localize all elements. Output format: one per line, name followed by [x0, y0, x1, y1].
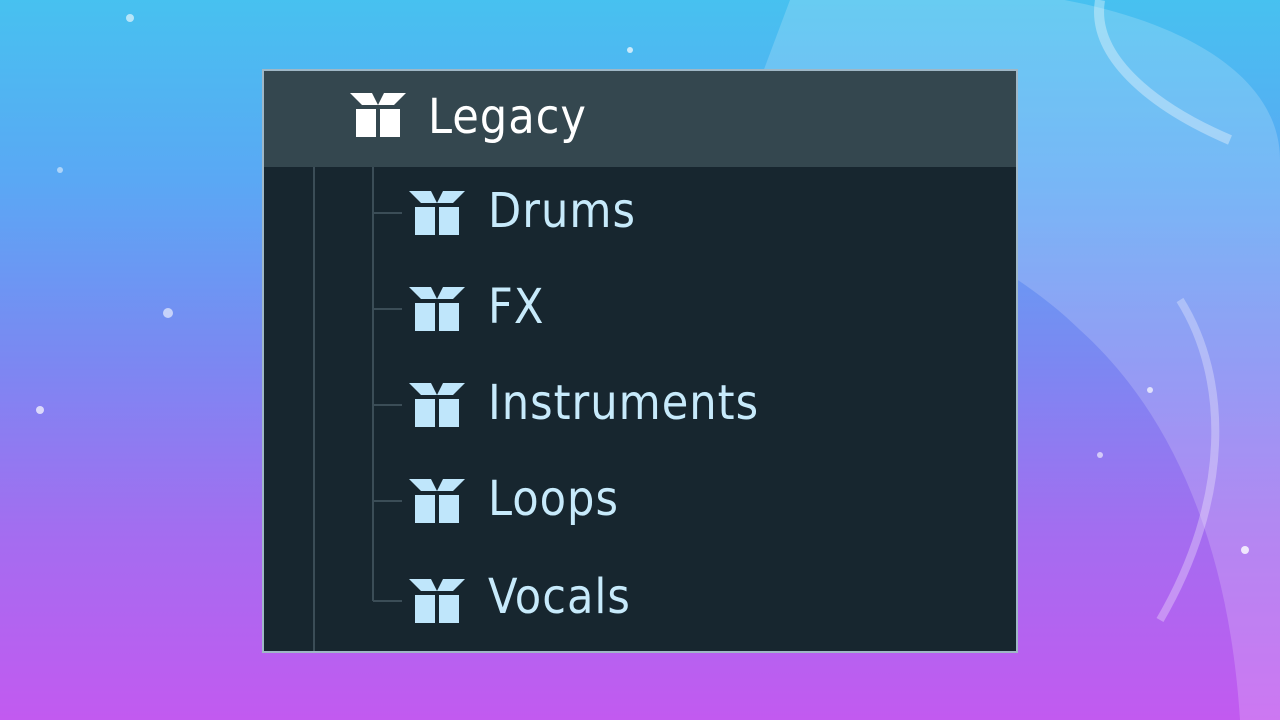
tree-item-label: FX — [488, 279, 545, 335]
tree-item-legacy[interactable]: Legacy — [264, 71, 1016, 167]
tree-item-label: Drums — [488, 183, 636, 239]
tree-item-label: Instruments — [488, 375, 760, 431]
package-icon — [409, 287, 465, 331]
package-icon — [409, 383, 465, 427]
tree-item-label: Vocals — [488, 569, 631, 625]
package-icon — [409, 191, 465, 235]
package-icon — [409, 579, 465, 623]
tree-item-fx[interactable]: FX — [264, 263, 1016, 359]
package-icon — [350, 93, 406, 137]
tree-item-loops[interactable]: Loops — [264, 455, 1016, 551]
browser-tree-panel: Legacy Drums FX Instruments Loops Vocals — [262, 69, 1018, 653]
tree-item-instruments[interactable]: Instruments — [264, 359, 1016, 455]
tree-item-label: Legacy — [428, 89, 587, 145]
tree-item-vocals[interactable]: Vocals — [264, 553, 1016, 649]
package-icon — [409, 479, 465, 523]
tree-item-drums[interactable]: Drums — [264, 167, 1016, 263]
tree-item-label: Loops — [488, 471, 619, 527]
